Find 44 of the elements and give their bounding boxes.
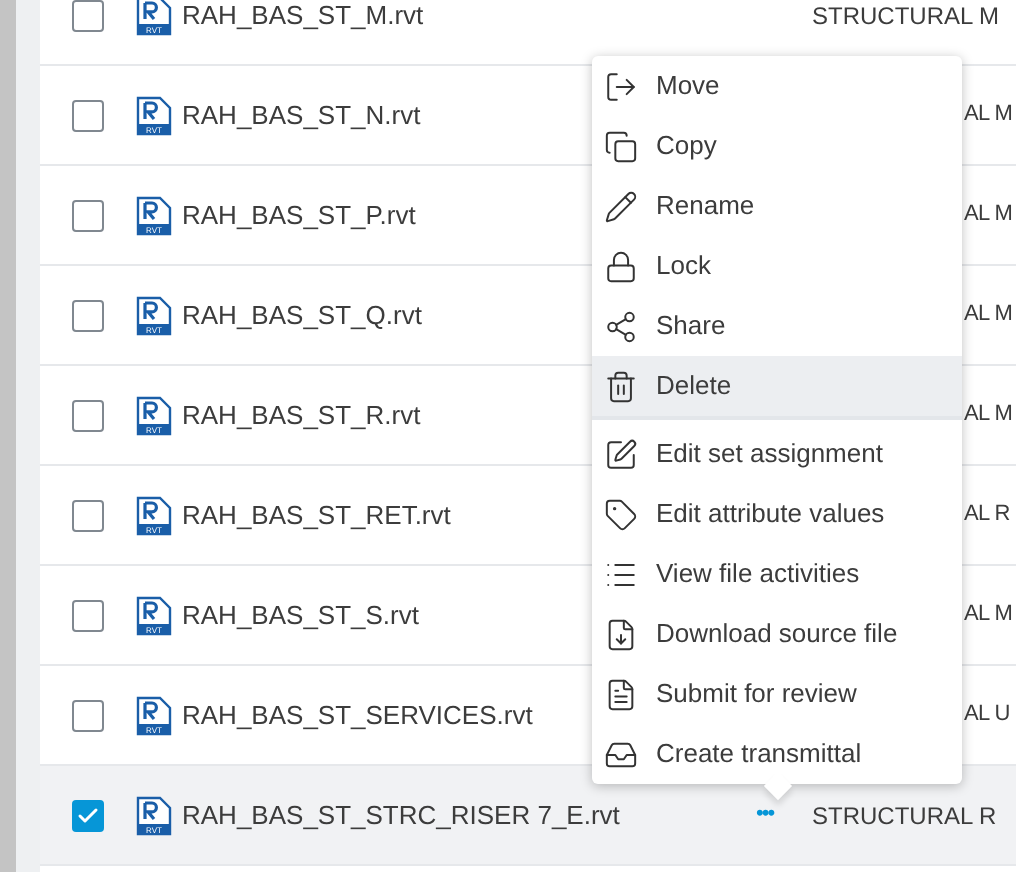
file-download-icon <box>604 617 638 651</box>
table-cell-text: AL U <box>964 700 1010 731</box>
file-name[interactable]: RAH_BAS_ST_RET.rvt <box>182 495 451 535</box>
file-name[interactable]: RAH_BAS_ST_Q.rvt <box>182 295 422 335</box>
file-name[interactable]: RAH_BAS_ST_N.rvt <box>182 95 421 135</box>
file-name[interactable]: RAH_BAS_ST_S.rvt <box>182 595 419 635</box>
checkbox[interactable] <box>72 399 104 431</box>
table-cell: STRUCTURAL M <box>812 0 1000 33</box>
file-name[interactable]: RAH_BAS_ST_M.rvt <box>182 0 424 35</box>
checkbox[interactable] <box>72 299 104 331</box>
menu-item[interactable]: Share <box>592 296 962 356</box>
menu-item[interactable]: Download source file <box>592 604 962 664</box>
checkbox[interactable] <box>72 499 104 531</box>
file-name[interactable]: RAH_BAS_ST_R.rvt <box>182 395 421 435</box>
checkbox[interactable] <box>72 0 104 31</box>
table-cell-text: AL M <box>964 100 1013 131</box>
table-cell-text: AL M <box>964 600 1013 631</box>
table-cell-text: AL M <box>964 300 1013 331</box>
table-cell-text: AL M <box>964 200 1013 231</box>
copy-icon <box>604 129 638 163</box>
document-icon <box>604 677 638 711</box>
share-icon <box>604 309 638 343</box>
menu-item[interactable]: Submit for review <box>592 664 962 724</box>
tray-icon <box>604 737 638 771</box>
table-cell-text: STRUCTURAL R <box>812 799 997 833</box>
table-cell-text: AL M <box>964 400 1013 431</box>
tag-icon <box>604 497 638 531</box>
file-name[interactable]: RAH_BAS_ST_P.rvt <box>182 195 416 235</box>
check-icon <box>76 803 100 827</box>
checkbox[interactable] <box>72 799 104 831</box>
menu-item[interactable]: Rename <box>592 176 962 236</box>
checkbox[interactable] <box>72 599 104 631</box>
file-name[interactable]: RAH_BAS_ST_SERVICES.rvt <box>182 695 533 735</box>
edit-square-icon <box>604 437 638 471</box>
pencil-icon <box>604 189 638 223</box>
checkbox[interactable] <box>72 99 104 131</box>
checkbox[interactable] <box>72 699 104 731</box>
lock-icon <box>604 249 638 283</box>
menu-item[interactable]: Delete <box>592 356 962 416</box>
trash-icon <box>604 369 638 403</box>
menu-item[interactable]: Edit attribute values <box>592 484 962 544</box>
checkbox[interactable] <box>72 199 104 231</box>
table-cell-text: AL R <box>964 500 1010 531</box>
file-name[interactable]: RAH_BAS_ST_STRC_RISER 7_E.rvt <box>182 795 620 835</box>
